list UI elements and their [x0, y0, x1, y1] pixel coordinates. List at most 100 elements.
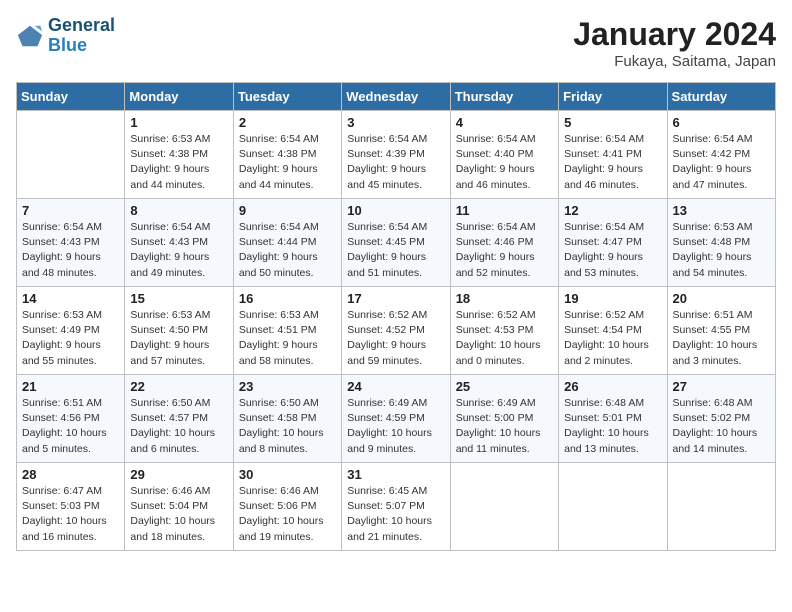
day-number: 20 [673, 291, 770, 306]
day-info: Sunrise: 6:54 AMSunset: 4:38 PMDaylight:… [239, 132, 336, 193]
day-info: Sunrise: 6:51 AMSunset: 4:55 PMDaylight:… [673, 308, 770, 369]
calendar-day-cell: 17Sunrise: 6:52 AMSunset: 4:52 PMDayligh… [342, 287, 450, 375]
day-number: 5 [564, 115, 661, 130]
calendar-day-cell: 20 Sunrise: 6:51 AMSunset: 4:55 PMDayligh… [667, 287, 775, 375]
weekday-header-cell: Sunday [17, 83, 125, 111]
calendar-day-cell [450, 463, 558, 551]
calendar-day-cell [559, 463, 667, 551]
day-number: 15 [130, 291, 227, 306]
calendar-day-cell: 3 Sunrise: 6:54 AMSunset: 4:39 PMDaylight… [342, 111, 450, 199]
day-info: Sunrise: 6:52 AMSunset: 4:53 PMDaylight:… [456, 308, 553, 369]
calendar-day-cell: 6Sunrise: 6:54 AMSunset: 4:42 PMDaylight… [667, 111, 775, 199]
day-info: Sunrise: 6:46 AMSunset: 5:04 PMDaylight:… [130, 484, 227, 545]
calendar-body: 1 Sunrise: 6:53 AMSunset: 4:38 PMDaylight… [17, 111, 776, 551]
day-info: Sunrise: 6:48 AMSunset: 5:02 PMDaylight:… [673, 396, 770, 457]
day-number: 16 [239, 291, 336, 306]
day-info: Sunrise: 6:50 AMSunset: 4:57 PMDaylight:… [130, 396, 227, 457]
day-number: 19 [564, 291, 661, 306]
calendar-day-cell: 21 Sunrise: 6:51 AMSunset: 4:56 PMDayligh… [17, 375, 125, 463]
day-number: 8 [130, 203, 227, 218]
day-info: Sunrise: 6:52 AMSunset: 4:54 PMDaylight:… [564, 308, 661, 369]
calendar-day-cell: 14 Sunrise: 6:53 AMSunset: 4:49 PMDayligh… [17, 287, 125, 375]
day-number: 29 [130, 467, 227, 482]
day-info: Sunrise: 6:54 AMSunset: 4:40 PMDaylight:… [456, 132, 553, 193]
day-info: Sunrise: 6:53 AMSunset: 4:49 PMDaylight:… [22, 308, 119, 369]
day-info: Sunrise: 6:49 AMSunset: 4:59 PMDaylight:… [347, 396, 444, 457]
day-info: Sunrise: 6:54 AMSunset: 4:46 PMDaylight:… [456, 220, 553, 281]
calendar-day-cell: 10Sunrise: 6:54 AMSunset: 4:45 PMDayligh… [342, 199, 450, 287]
day-info: Sunrise: 6:47 AMSunset: 5:03 PMDaylight:… [22, 484, 119, 545]
day-info: Sunrise: 6:53 AMSunset: 4:50 PMDaylight:… [130, 308, 227, 369]
day-number: 4 [456, 115, 553, 130]
calendar-day-cell: 30Sunrise: 6:46 AMSunset: 5:06 PMDayligh… [233, 463, 341, 551]
weekday-header-cell: Tuesday [233, 83, 341, 111]
logo: GeneralBlue [16, 16, 115, 56]
day-info: Sunrise: 6:48 AMSunset: 5:01 PMDaylight:… [564, 396, 661, 457]
calendar-day-cell [667, 463, 775, 551]
day-info: Sunrise: 6:49 AMSunset: 5:00 PMDaylight:… [456, 396, 553, 457]
calendar-week-row: 7 Sunrise: 6:54 AMSunset: 4:43 PMDaylight… [17, 199, 776, 287]
calendar-day-cell: 23 Sunrise: 6:50 AMSunset: 4:58 PMDayligh… [233, 375, 341, 463]
title-block: January 2024 Fukaya, Saitama, Japan [573, 16, 776, 70]
day-info: Sunrise: 6:50 AMSunset: 4:58 PMDaylight:… [239, 396, 336, 457]
day-number: 9 [239, 203, 336, 218]
calendar-week-row: 14 Sunrise: 6:53 AMSunset: 4:49 PMDayligh… [17, 287, 776, 375]
calendar-day-cell: 19 Sunrise: 6:52 AMSunset: 4:54 PMDayligh… [559, 287, 667, 375]
logo-icon [16, 22, 44, 50]
day-number: 24 [347, 379, 444, 394]
calendar-day-cell: 16 Sunrise: 6:53 AMSunset: 4:51 PMDayligh… [233, 287, 341, 375]
calendar-day-cell: 15 Sunrise: 6:53 AMSunset: 4:50 PMDayligh… [125, 287, 233, 375]
calendar-subtitle: Fukaya, Saitama, Japan [573, 53, 776, 70]
day-info: Sunrise: 6:54 AMSunset: 4:47 PMDaylight:… [564, 220, 661, 281]
calendar-day-cell: 26Sunrise: 6:48 AMSunset: 5:01 PMDayligh… [559, 375, 667, 463]
calendar-title: January 2024 [573, 16, 776, 53]
day-number: 10 [347, 203, 444, 218]
day-number: 25 [456, 379, 553, 394]
weekday-header-cell: Saturday [667, 83, 775, 111]
calendar-table: SundayMondayTuesdayWednesdayThursdayFrid… [16, 82, 776, 551]
day-number: 17 [347, 291, 444, 306]
day-number: 7 [22, 203, 119, 218]
calendar-day-cell [17, 111, 125, 199]
day-number: 13 [673, 203, 770, 218]
calendar-day-cell: 29 Sunrise: 6:46 AMSunset: 5:04 PMDayligh… [125, 463, 233, 551]
weekday-header-cell: Wednesday [342, 83, 450, 111]
day-number: 28 [22, 467, 119, 482]
calendar-day-cell: 12 Sunrise: 6:54 AMSunset: 4:47 PMDayligh… [559, 199, 667, 287]
day-info: Sunrise: 6:45 AMSunset: 5:07 PMDaylight:… [347, 484, 444, 545]
calendar-day-cell: 7 Sunrise: 6:54 AMSunset: 4:43 PMDaylight… [17, 199, 125, 287]
day-number: 3 [347, 115, 444, 130]
day-number: 23 [239, 379, 336, 394]
calendar-day-cell: 8Sunrise: 6:54 AMSunset: 4:43 PMDaylight… [125, 199, 233, 287]
day-info: Sunrise: 6:53 AMSunset: 4:48 PMDaylight:… [673, 220, 770, 281]
day-info: Sunrise: 6:53 AMSunset: 4:38 PMDaylight:… [130, 132, 227, 193]
weekday-header-cell: Friday [559, 83, 667, 111]
day-info: Sunrise: 6:54 AMSunset: 4:42 PMDaylight:… [673, 132, 770, 193]
weekday-header-row: SundayMondayTuesdayWednesdayThursdayFrid… [17, 83, 776, 111]
calendar-day-cell: 28 Sunrise: 6:47 AMSunset: 5:03 PMDayligh… [17, 463, 125, 551]
calendar-day-cell: 11Sunrise: 6:54 AMSunset: 4:46 PMDayligh… [450, 199, 558, 287]
day-number: 22 [130, 379, 227, 394]
day-number: 27 [673, 379, 770, 394]
calendar-day-cell: 2Sunrise: 6:54 AMSunset: 4:38 PMDaylight… [233, 111, 341, 199]
day-number: 14 [22, 291, 119, 306]
page-header: GeneralBlue January 2024 Fukaya, Saitama… [16, 16, 776, 70]
day-info: Sunrise: 6:54 AMSunset: 4:43 PMDaylight:… [22, 220, 119, 281]
day-number: 21 [22, 379, 119, 394]
calendar-day-cell: 5 Sunrise: 6:54 AMSunset: 4:41 PMDaylight… [559, 111, 667, 199]
weekday-header-cell: Thursday [450, 83, 558, 111]
day-info: Sunrise: 6:46 AMSunset: 5:06 PMDaylight:… [239, 484, 336, 545]
day-number: 1 [130, 115, 227, 130]
day-info: Sunrise: 6:53 AMSunset: 4:51 PMDaylight:… [239, 308, 336, 369]
calendar-week-row: 28 Sunrise: 6:47 AMSunset: 5:03 PMDayligh… [17, 463, 776, 551]
day-info: Sunrise: 6:54 AMSunset: 4:41 PMDaylight:… [564, 132, 661, 193]
logo-text: GeneralBlue [48, 16, 115, 56]
day-info: Sunrise: 6:54 AMSunset: 4:39 PMDaylight:… [347, 132, 444, 193]
calendar-day-cell: 22 Sunrise: 6:50 AMSunset: 4:57 PMDayligh… [125, 375, 233, 463]
calendar-week-row: 21 Sunrise: 6:51 AMSunset: 4:56 PMDayligh… [17, 375, 776, 463]
day-info: Sunrise: 6:51 AMSunset: 4:56 PMDaylight:… [22, 396, 119, 457]
day-number: 12 [564, 203, 661, 218]
day-info: Sunrise: 6:54 AMSunset: 4:44 PMDaylight:… [239, 220, 336, 281]
weekday-header-cell: Monday [125, 83, 233, 111]
calendar-day-cell: 18Sunrise: 6:52 AMSunset: 4:53 PMDayligh… [450, 287, 558, 375]
